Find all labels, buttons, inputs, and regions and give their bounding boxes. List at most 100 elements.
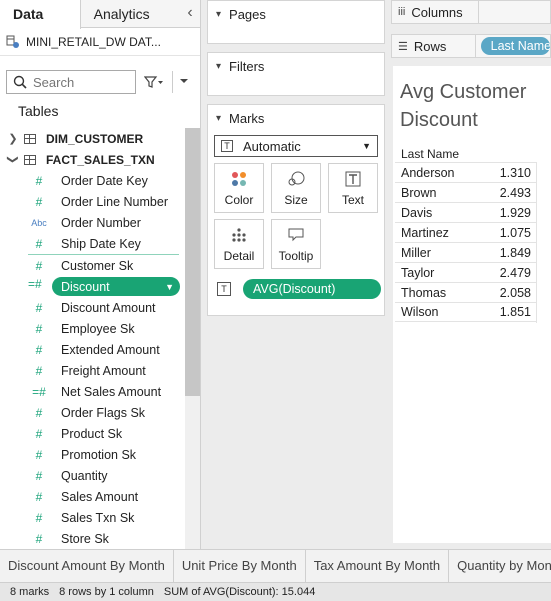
- field-name: Store Sk: [61, 531, 109, 546]
- filter-fields-button[interactable]: [142, 71, 166, 93]
- chevron-down-icon[interactable]: ❯: [7, 153, 20, 167]
- collapse-caret-icon[interactable]: ▾: [216, 61, 221, 72]
- field-sales-txn-sk[interactable]: # Sales Txn Sk: [0, 507, 185, 528]
- field-discount[interactable]: Discount ▼: [52, 277, 180, 296]
- field-order-date-key[interactable]: # Order Date Key: [0, 170, 185, 191]
- field-discount-amount[interactable]: # Discount Amount: [0, 297, 185, 318]
- row-value: 2.058: [499, 285, 531, 300]
- chevron-right-icon[interactable]: ❯: [6, 132, 20, 145]
- mark-type-value: Automatic: [243, 138, 301, 154]
- number-measure-icon: #: [35, 258, 43, 273]
- status-marks: 8 marks: [10, 586, 50, 598]
- table-fact-sales-txn[interactable]: ❯ FACT_SALES_TXN: [0, 149, 185, 170]
- field-order-line-number[interactable]: # Order Line Number: [0, 191, 185, 212]
- field-ship-date-key[interactable]: # Ship Date Key: [0, 233, 185, 254]
- field-sales-amount[interactable]: # Sales Amount: [0, 486, 185, 507]
- number-measure-icon: #: [35, 173, 43, 188]
- columns-shelf-label: iii Columns: [392, 1, 479, 23]
- field-name: Order Flags Sk: [61, 405, 146, 420]
- search-input[interactable]: [33, 74, 129, 90]
- number-measure-icon: #: [35, 405, 43, 420]
- tab-data[interactable]: Data: [0, 0, 81, 29]
- datasource-name: MINI_RETAIL_DW DAT...: [26, 34, 161, 49]
- field-order-number[interactable]: Abc Order Number: [0, 212, 185, 233]
- field-employee-sk[interactable]: # Employee Sk: [0, 318, 185, 339]
- column-header-last-name[interactable]: Last Name: [401, 147, 459, 161]
- filters-header[interactable]: ▾ Filters: [208, 55, 384, 77]
- sheet-tab[interactable]: Discount Amount By Month: [0, 550, 174, 582]
- field-customer-sk[interactable]: # Customer Sk: [0, 255, 185, 276]
- row-header: Thomas: [401, 285, 447, 300]
- table-dim-customer[interactable]: ❯ DIM_CUSTOMER: [0, 128, 185, 149]
- row-value: 2.493: [499, 185, 531, 200]
- table-row[interactable]: Davis 1.929: [395, 202, 536, 222]
- table-row[interactable]: Brown 2.493: [395, 182, 536, 202]
- sheet-tab[interactable]: Quantity by Month: [449, 550, 551, 582]
- chevron-down-icon[interactable]: ▼: [165, 282, 174, 292]
- tooltip-button[interactable]: Tooltip: [271, 219, 321, 269]
- row-value: 1.849: [499, 245, 531, 260]
- field-name: Sales Txn Sk: [61, 510, 135, 525]
- collapse-caret-icon[interactable]: ▾: [216, 113, 221, 124]
- pane-menu-button[interactable]: [179, 77, 189, 88]
- status-dimensions: 8 rows by 1 column: [59, 586, 154, 598]
- filters-card[interactable]: ▾ Filters: [207, 52, 385, 96]
- field-promotion-sk[interactable]: # Promotion Sk: [0, 444, 185, 465]
- color-button[interactable]: Color: [214, 163, 264, 213]
- field-name: Discount Amount: [61, 300, 156, 315]
- last-name-pill[interactable]: Last Name: [480, 37, 550, 55]
- number-measure-icon: #: [35, 468, 43, 483]
- text-button[interactable]: Text: [328, 163, 378, 213]
- field-quantity[interactable]: # Quantity: [0, 465, 185, 486]
- field-name: Net Sales Amount: [61, 384, 162, 399]
- field-store-sk[interactable]: # Store Sk: [0, 528, 185, 549]
- detail-button[interactable]: Detail: [214, 219, 264, 269]
- table-row[interactable]: Anderson 1.310: [395, 162, 536, 182]
- text-encoding-row: T AVG(Discount): [214, 279, 384, 299]
- field-name: Product Sk: [61, 426, 123, 441]
- pages-card[interactable]: ▾ Pages: [207, 0, 385, 44]
- field-tree-scrollbar[interactable]: [185, 128, 200, 549]
- row-value: 1.075: [499, 225, 531, 240]
- text-label: Text: [341, 193, 364, 207]
- field-name: Sales Amount: [61, 489, 139, 504]
- table-row[interactable]: Thomas 2.058: [395, 282, 536, 302]
- marks-header[interactable]: ▾ Marks: [208, 107, 384, 129]
- datasource-item[interactable]: MINI_RETAIL_DW DAT...: [0, 28, 200, 56]
- table-row[interactable]: Taylor 2.479: [395, 262, 536, 282]
- table-row[interactable]: Martinez 1.075: [395, 222, 536, 242]
- field-product-sk[interactable]: # Product Sk: [0, 423, 185, 444]
- data-pane: Data Analytics ‹ MINI_RETAIL_DW DAT... S…: [0, 0, 201, 549]
- number-measure-icon: #: [35, 426, 43, 441]
- collapse-pane-icon[interactable]: ‹: [180, 0, 200, 27]
- worksheet-view[interactable]: Avg Customer Discount Last Name Anderson…: [393, 66, 551, 543]
- text-table: Anderson 1.310 Brown 2.493 Davis 1.929 Mart…: [395, 162, 536, 322]
- view-title[interactable]: Avg Customer Discount: [400, 78, 550, 134]
- table-row[interactable]: Miller 1.849: [395, 242, 536, 262]
- tab-analytics[interactable]: Analytics: [81, 0, 181, 28]
- sheet-tab[interactable]: Unit Price By Month: [174, 550, 306, 582]
- pages-header[interactable]: ▾ Pages: [208, 3, 384, 25]
- row-value: 2.479: [499, 265, 531, 280]
- sheet-tab[interactable]: Tax Amount By Month: [306, 550, 450, 582]
- field-net-sales-amount[interactable]: =# Net Sales Amount: [0, 381, 185, 402]
- table-divider: [536, 162, 537, 323]
- collapse-caret-icon[interactable]: ▾: [216, 9, 221, 20]
- search-field[interactable]: [6, 70, 136, 94]
- size-button[interactable]: Size: [271, 163, 321, 213]
- marks-label: Marks: [229, 110, 265, 126]
- status-sum: SUM of AVG(Discount): 15.044: [163, 586, 316, 598]
- rows-shelf[interactable]: ☰ Rows Last Name: [391, 34, 551, 58]
- columns-shelf[interactable]: iii Columns: [391, 0, 551, 24]
- number-measure-icon: #: [35, 342, 43, 357]
- number-measure-icon: #: [35, 321, 43, 336]
- field-freight-amount[interactable]: # Freight Amount: [0, 360, 185, 381]
- scrollbar-thumb[interactable]: [185, 128, 200, 396]
- calculated-measure-icon: =#: [32, 384, 46, 399]
- field-extended-amount[interactable]: # Extended Amount: [0, 339, 185, 360]
- mark-type-dropdown[interactable]: T Automatic ▼: [214, 135, 378, 157]
- field-order-flags-sk[interactable]: # Order Flags Sk: [0, 402, 185, 423]
- table-row[interactable]: Wilson 1.851: [395, 302, 536, 322]
- avg-discount-pill[interactable]: AVG(Discount): [243, 279, 381, 299]
- string-dimension-icon: Abc: [31, 217, 47, 228]
